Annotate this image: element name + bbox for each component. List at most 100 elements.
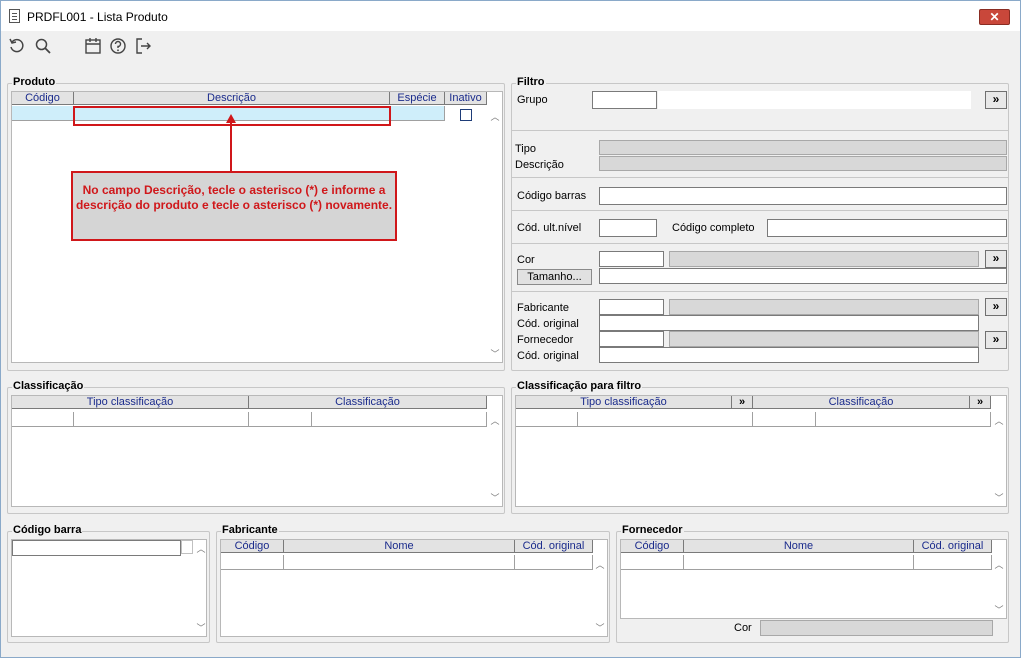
- scroll-up-icon[interactable]: ︿: [992, 560, 1006, 570]
- inativo-checkbox[interactable]: [460, 109, 472, 121]
- scroll-down-icon[interactable]: ﹀: [194, 623, 208, 633]
- cod-ult-nivel-input[interactable]: [599, 219, 657, 237]
- fornecedor-label: Fornecedor: [517, 334, 574, 346]
- fabricante-input[interactable]: [599, 299, 664, 315]
- cell[interactable]: [12, 412, 74, 427]
- close-button[interactable]: ✕: [979, 9, 1010, 25]
- cell[interactable]: [684, 555, 914, 570]
- cell[interactable]: [221, 555, 284, 570]
- grupo-input[interactable]: [592, 91, 657, 109]
- scroll-down-icon[interactable]: ﹀: [488, 349, 502, 359]
- fabricante-cod-original-label: Cód. original: [517, 318, 579, 330]
- cell[interactable]: [515, 555, 593, 570]
- col-fornecedor-codigo[interactable]: Código: [621, 540, 684, 553]
- cor-input[interactable]: [599, 251, 664, 267]
- col-classificacao[interactable]: Classificação: [249, 396, 487, 409]
- col-descricao[interactable]: Descrição: [74, 92, 390, 105]
- col-tipo-classificacao[interactable]: Tipo classificação: [12, 396, 249, 409]
- cell[interactable]: [249, 412, 312, 427]
- fornecedor-cod-original-input[interactable]: [599, 347, 979, 363]
- cell[interactable]: [74, 412, 249, 427]
- cell-codigo[interactable]: [12, 106, 74, 121]
- scroll-up-icon[interactable]: ︿: [194, 544, 208, 554]
- cor-label: Cor: [517, 254, 535, 266]
- fornecedor-title: Fornecedor: [621, 524, 684, 536]
- divider: [511, 291, 1009, 292]
- descricao-field: [599, 156, 1007, 171]
- scroll-up-icon[interactable]: ︿: [488, 416, 502, 426]
- col-fabricante-nome[interactable]: Nome: [284, 540, 515, 553]
- classificacao-lookup-button[interactable]: »: [970, 396, 991, 409]
- cell[interactable]: [914, 555, 992, 570]
- col-inativo[interactable]: Inativo: [445, 92, 487, 105]
- col-fornecedor-nome[interactable]: Nome: [684, 540, 914, 553]
- col-codigo[interactable]: Código: [12, 92, 74, 105]
- scroll-down-icon[interactable]: ﹀: [593, 623, 607, 633]
- callout-arrow: [226, 114, 236, 171]
- divider: [511, 130, 1009, 131]
- classificacao-title: Classificação: [12, 380, 85, 392]
- scroll-up-icon[interactable]: ︿: [488, 112, 502, 122]
- scroll-down-icon[interactable]: ﹀: [992, 493, 1006, 503]
- codigo-barra-input[interactable]: [12, 540, 181, 556]
- cor-description: [669, 251, 979, 267]
- cell[interactable]: [312, 412, 487, 427]
- help-icon[interactable]: [109, 37, 127, 55]
- col-fornecedor-cod-original[interactable]: Cód. original: [914, 540, 992, 553]
- tipo-field: [599, 140, 1007, 155]
- calendar-icon[interactable]: [84, 37, 102, 55]
- exit-icon[interactable]: [134, 37, 152, 55]
- fabricante-lookup-button[interactable]: »: [985, 298, 1007, 316]
- cell[interactable]: [753, 412, 816, 427]
- col-tipo-classificacao-filtro[interactable]: Tipo classificação: [516, 396, 732, 409]
- cell-especie[interactable]: [390, 106, 445, 121]
- codigo-barras-label: Código barras: [517, 190, 587, 202]
- fornecedor-cor-field: [760, 620, 993, 636]
- codigo-completo-label: Código completo: [672, 222, 755, 234]
- tamanho-input[interactable]: [599, 268, 1007, 284]
- codigo-barra-title: Código barra: [12, 524, 83, 536]
- scroll-down-icon[interactable]: ﹀: [488, 493, 502, 503]
- refresh-icon[interactable]: [8, 37, 26, 55]
- fabricante-label: Fabricante: [517, 302, 569, 314]
- filtro-title: Filtro: [516, 76, 546, 88]
- fabricante-title: Fabricante: [221, 524, 279, 536]
- search-icon[interactable]: [34, 37, 52, 55]
- cell[interactable]: [284, 555, 515, 570]
- fabricante-cod-original-input[interactable]: [599, 315, 979, 331]
- produto-title: Produto: [12, 76, 57, 88]
- cell[interactable]: [621, 555, 684, 570]
- cell[interactable]: [578, 412, 753, 427]
- col-fabricante-codigo[interactable]: Código: [221, 540, 284, 553]
- tamanho-button[interactable]: Tamanho...: [517, 269, 592, 285]
- divider: [511, 177, 1009, 178]
- codigo-barras-input[interactable]: [599, 187, 1007, 205]
- col-especie[interactable]: Espécie: [390, 92, 445, 105]
- cell[interactable]: [816, 412, 991, 427]
- fabricante-table: [220, 539, 608, 637]
- cor-lookup-button[interactable]: »: [985, 250, 1007, 268]
- scroll-up-icon[interactable]: ︿: [992, 416, 1006, 426]
- tipo-label: Tipo: [515, 143, 536, 155]
- fornecedor-description: [669, 331, 979, 347]
- document-icon: [9, 9, 20, 23]
- col-fabricante-cod-original[interactable]: Cód. original: [515, 540, 593, 553]
- tipo-classificacao-lookup-button[interactable]: »: [732, 396, 753, 409]
- codigo-barra-checkbox[interactable]: [181, 540, 193, 554]
- scroll-up-icon[interactable]: ︿: [593, 560, 607, 570]
- divider: [511, 243, 1009, 244]
- grupo-lookup-button[interactable]: »: [985, 91, 1007, 109]
- grupo-description: [658, 91, 971, 109]
- fornecedor-lookup-button[interactable]: »: [985, 331, 1007, 349]
- fornecedor-input[interactable]: [599, 331, 664, 347]
- window-title: PRDFL001 - Lista Produto: [27, 10, 168, 24]
- scroll-down-icon[interactable]: ﹀: [992, 605, 1006, 615]
- toolbar: [1, 31, 1020, 61]
- fabricante-description: [669, 299, 979, 315]
- col-classificacao-filtro[interactable]: Classificação: [753, 396, 970, 409]
- grupo-label: Grupo: [517, 94, 548, 106]
- main-window: PRDFL001 - Lista Produto ✕ Produto Códig…: [0, 0, 1021, 658]
- cell[interactable]: [516, 412, 578, 427]
- codigo-completo-input[interactable]: [767, 219, 1007, 237]
- title-bar: PRDFL001 - Lista Produto ✕: [1, 1, 1020, 31]
